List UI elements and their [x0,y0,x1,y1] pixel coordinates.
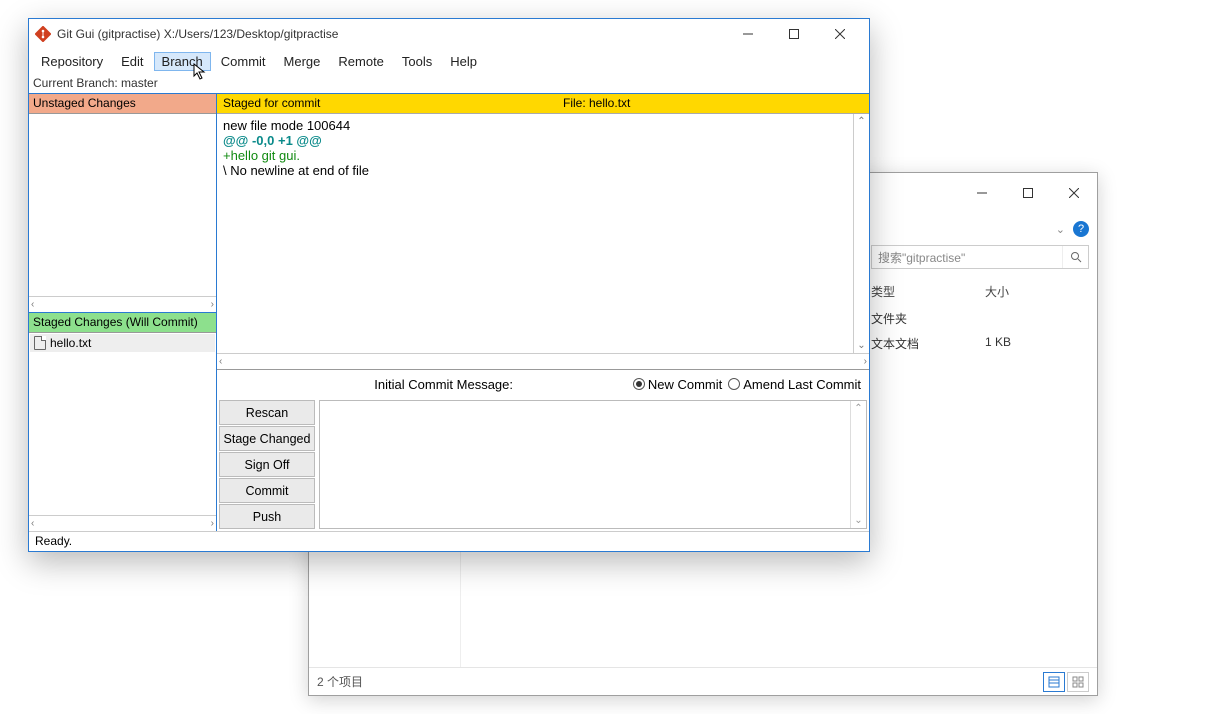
view-details-button[interactable] [1043,672,1065,692]
column-size[interactable]: 大小 [985,283,1065,300]
menu-repository[interactable]: Repository [33,52,111,71]
scrollbar-vertical[interactable]: ⌃⌄ [853,114,869,353]
git-statusbar: Ready. [29,531,869,551]
diff-header: Staged for commit File: hello.txt [217,94,869,114]
staged-list[interactable]: hello.txt [29,333,216,515]
menu-tools[interactable]: Tools [394,52,440,71]
radio-new-commit[interactable]: New Commit [633,377,722,392]
scrollbar-horizontal[interactable]: ‹› [29,515,216,531]
git-gui-window: Git Gui (gitpractise) X:/Users/123/Deskt… [28,18,870,552]
commit-zone: Initial Commit Message: New Commit Amend… [217,369,869,531]
chevron-down-icon[interactable]: ⌄ [1056,223,1065,236]
sign-off-button[interactable]: Sign Off [219,452,315,477]
help-icon[interactable]: ? [1073,221,1089,237]
view-icons-button[interactable] [1067,672,1089,692]
menu-commit[interactable]: Commit [213,52,274,71]
search-placeholder: 搜索"gitpractise" [872,249,1062,266]
window-title: Git Gui (gitpractise) X:/Users/123/Deskt… [57,27,725,41]
staged-file-name: hello.txt [50,336,91,350]
scrollbar-vertical[interactable]: ⌃⌄ [850,401,866,528]
menu-remote[interactable]: Remote [330,52,392,71]
menu-help[interactable]: Help [442,52,485,71]
explorer-minimize-button[interactable] [959,178,1005,208]
diff-header-file: File: hello.txt [563,96,630,111]
search-icon[interactable] [1062,246,1088,268]
menu-edit[interactable]: Edit [113,52,151,71]
staged-panel: Staged Changes (Will Commit) hello.txt ‹… [29,313,216,531]
rescan-button[interactable]: Rescan [219,400,315,425]
list-item[interactable]: 文件夹 [867,306,1097,331]
staged-file-item[interactable]: hello.txt [30,334,215,352]
radio-amend-commit[interactable]: Amend Last Commit [728,377,861,392]
close-button[interactable] [817,21,863,47]
scrollbar-horizontal[interactable]: ‹› [217,353,869,369]
column-type[interactable]: 类型 [867,283,985,300]
git-app-icon [35,26,51,42]
cursor-icon [193,63,207,81]
status-text: 2 个项目 [317,673,363,690]
unstaged-panel: Unstaged Changes ‹› [29,94,216,313]
git-titlebar: Git Gui (gitpractise) X:/Users/123/Deskt… [29,19,869,49]
git-menubar: Repository Edit Branch Commit Merge Remo… [29,49,869,73]
explorer-search-input[interactable]: 搜索"gitpractise" [871,245,1089,269]
scrollbar-horizontal[interactable]: ‹› [29,296,216,312]
file-icon [34,336,46,350]
unstaged-list[interactable] [29,114,216,296]
diff-header-left: Staged for commit [223,96,563,111]
unstaged-header: Unstaged Changes [29,94,216,114]
commit-button[interactable]: Commit [219,478,315,503]
list-item[interactable]: 文本文档 1 KB [867,331,1097,356]
commit-message-label: Initial Commit Message: [217,377,517,392]
push-button[interactable]: Push [219,504,315,529]
diff-viewer[interactable]: new file mode 100644@@ -0,0 +1 @@+hello … [217,114,853,353]
stage-changed-button[interactable]: Stage Changed [219,426,315,451]
minimize-button[interactable] [725,21,771,47]
explorer-maximize-button[interactable] [1005,178,1051,208]
branch-bar: Current Branch: master [29,73,869,93]
explorer-column-headers[interactable]: 类型 大小 [867,279,1097,306]
menu-merge[interactable]: Merge [276,52,329,71]
commit-message-input[interactable] [320,401,850,528]
maximize-button[interactable] [771,21,817,47]
explorer-statusbar: 2 个项目 [309,667,1097,695]
explorer-close-button[interactable] [1051,178,1097,208]
staged-header: Staged Changes (Will Commit) [29,313,216,333]
